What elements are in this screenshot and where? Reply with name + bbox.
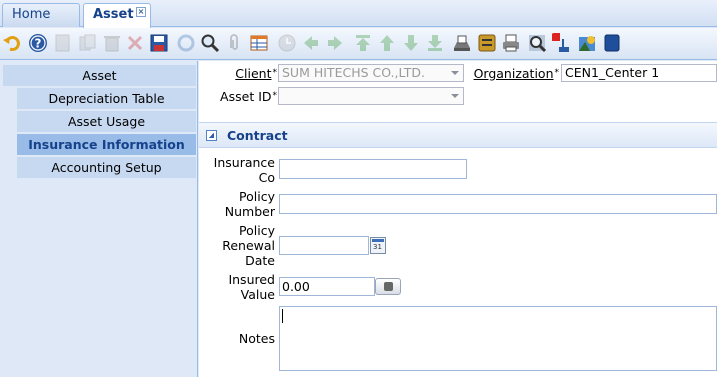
- down-record-icon[interactable]: [425, 33, 445, 53]
- help-icon[interactable]: ?: [28, 33, 48, 53]
- detail-form: Client* SUM HITECHS CO.,LTD. Organizatio…: [199, 61, 717, 377]
- next-record-icon[interactable]: [325, 33, 345, 53]
- policy-number-input[interactable]: [279, 194, 717, 214]
- copy-icon[interactable]: [78, 33, 98, 53]
- contract-section-header[interactable]: Contract: [199, 122, 717, 148]
- contract-section-title: Contract: [227, 128, 288, 143]
- asset-id-label: Asset ID*: [199, 89, 277, 104]
- product-info-icon[interactable]: [602, 33, 622, 53]
- save-icon[interactable]: [149, 33, 169, 53]
- parent-record-icon[interactable]: [353, 33, 373, 53]
- toolbar: ?: [0, 28, 717, 60]
- renewal-label-line1: Policy: [239, 223, 275, 238]
- previous-record-icon[interactable]: [301, 33, 321, 53]
- tab-asset-label: Asset: [93, 7, 134, 22]
- client-label[interactable]: Client*: [199, 66, 277, 81]
- find-icon[interactable]: [200, 33, 220, 53]
- nav-item-asset[interactable]: Asset: [3, 65, 196, 86]
- chevron-down-icon[interactable]: [446, 65, 463, 81]
- policy-renewal-date-input[interactable]: [279, 236, 369, 255]
- refresh-icon[interactable]: [176, 33, 196, 53]
- notes-label: Notes: [238, 331, 275, 346]
- close-icon[interactable]: ×: [136, 7, 146, 17]
- archive-icon[interactable]: [477, 33, 497, 53]
- attachment-icon[interactable]: [224, 33, 244, 53]
- organization-field[interactable]: CEN1_Center 1: [561, 64, 717, 82]
- insured-value-text: 0.00: [282, 279, 310, 294]
- delete-selection-icon[interactable]: [125, 33, 145, 53]
- renewal-label-line3: Date: [245, 253, 275, 268]
- svg-text:?: ?: [35, 37, 42, 51]
- nav-item-accounting-setup[interactable]: Accounting Setup: [17, 157, 196, 178]
- collapse-icon[interactable]: [206, 130, 217, 141]
- first-record-icon[interactable]: [377, 33, 397, 53]
- insurance-co-label-line2: Co: [258, 170, 275, 185]
- up-record-icon[interactable]: [401, 33, 421, 53]
- client-value: SUM HITECHS CO.,LTD.: [282, 65, 425, 80]
- request-icon[interactable]: [551, 33, 571, 53]
- client-field[interactable]: SUM HITECHS CO.,LTD.: [278, 64, 464, 82]
- delete-icon[interactable]: [102, 33, 122, 53]
- organization-label[interactable]: Organization*: [467, 66, 559, 81]
- required-mark: *: [272, 68, 278, 78]
- policy-number-label-line2: Number: [224, 204, 275, 219]
- insurance-co-label: Insurance Co: [199, 155, 275, 185]
- tab-asset[interactable]: Asset ×: [83, 3, 151, 28]
- text-cursor: [282, 309, 283, 323]
- organization-label-text: Organization: [473, 66, 554, 81]
- nav-item-depreciation-table[interactable]: Depreciation Table: [17, 88, 196, 109]
- required-mark: *: [554, 68, 560, 78]
- zoom-across-icon[interactable]: [527, 33, 547, 53]
- policy-renewal-date-label: Policy Renewal Date: [199, 223, 275, 268]
- insurance-co-label-line1: Insurance: [213, 155, 275, 170]
- new-icon[interactable]: [53, 33, 73, 53]
- tab-home[interactable]: Home (2): [2, 3, 80, 44]
- history-icon[interactable]: [277, 33, 297, 53]
- grid-toggle-icon[interactable]: [249, 33, 269, 53]
- renewal-label-line2: Renewal: [222, 238, 275, 253]
- report-icon[interactable]: [452, 33, 472, 53]
- insured-label-line1: Insured: [228, 272, 275, 287]
- insured-value-label: Insured Value: [199, 272, 275, 302]
- asset-id-field[interactable]: [278, 87, 464, 105]
- nav-item-asset-usage[interactable]: Asset Usage: [17, 111, 196, 132]
- undo-icon[interactable]: [2, 33, 22, 53]
- calculator-icon[interactable]: [375, 278, 401, 295]
- print-icon[interactable]: [501, 33, 521, 53]
- policy-number-label-line1: Policy: [239, 189, 275, 204]
- insured-label-line2: Value: [240, 287, 275, 302]
- tab-navigation-panel: Asset Depreciation Table Asset Usage Ins…: [0, 61, 198, 377]
- insured-value-input[interactable]: 0.00: [279, 277, 375, 296]
- notes-textarea[interactable]: [279, 306, 717, 371]
- insurance-co-input[interactable]: [279, 159, 467, 179]
- calendar-icon[interactable]: [370, 237, 386, 254]
- required-mark: *: [272, 91, 278, 101]
- window-tab-bar: Home (2) Asset ×: [0, 0, 717, 44]
- workflow-icon[interactable]: [577, 33, 597, 53]
- client-label-text: Client: [235, 66, 272, 81]
- policy-number-label: Policy Number: [199, 189, 275, 219]
- nav-item-insurance-information[interactable]: Insurance Information: [17, 134, 196, 155]
- asset-id-label-text: Asset ID: [220, 89, 272, 104]
- chevron-down-icon[interactable]: [446, 88, 463, 104]
- organization-value: CEN1_Center 1: [565, 65, 660, 80]
